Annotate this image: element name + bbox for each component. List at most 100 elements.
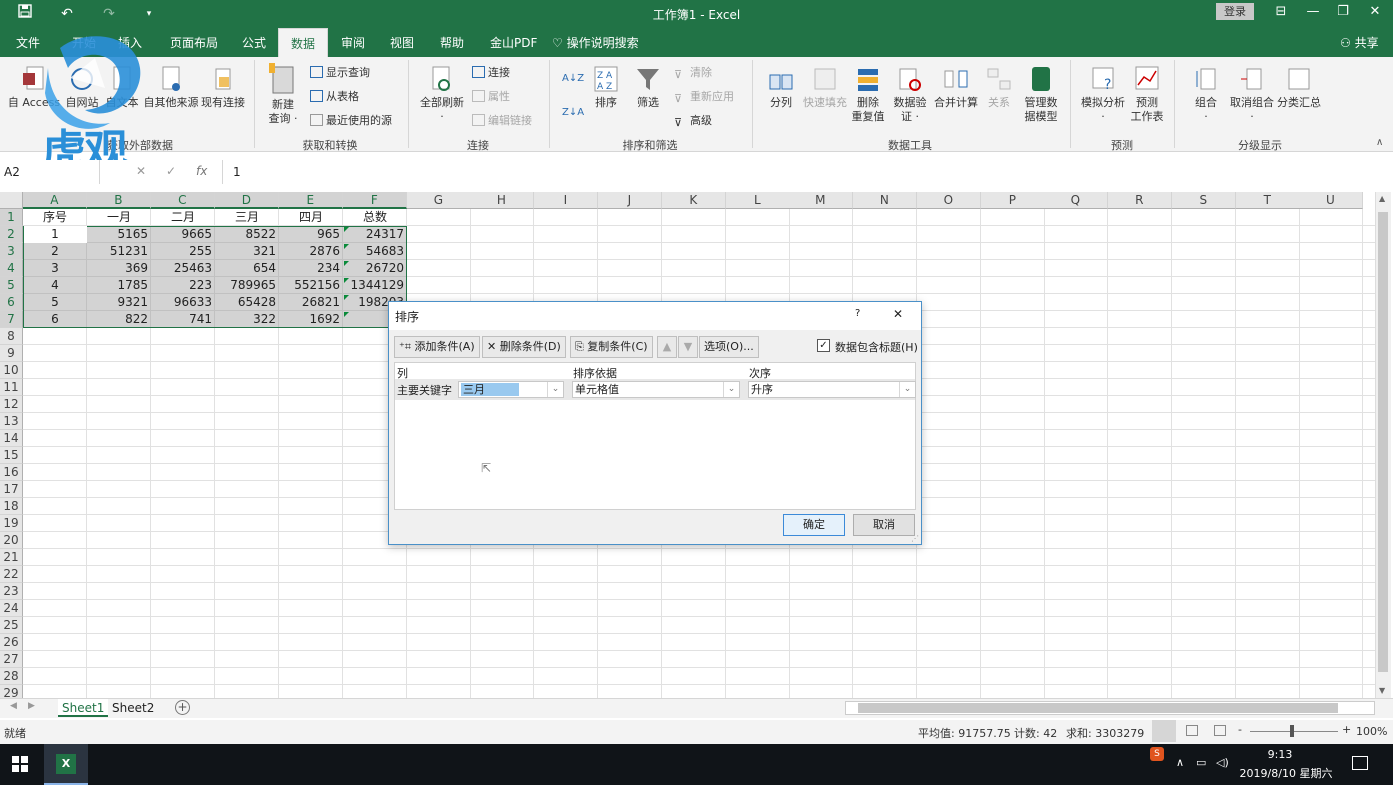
flash-fill-button[interactable]: 快速填充: [802, 65, 848, 110]
from-table-button[interactable]: 从表格: [310, 89, 359, 105]
row-header-5[interactable]: 5: [0, 277, 23, 294]
row-header-18[interactable]: 18: [0, 498, 23, 515]
dialog-help-button[interactable]: ?: [855, 308, 860, 319]
notification-icon[interactable]: [1352, 756, 1368, 770]
network-icon[interactable]: ▭: [1196, 756, 1206, 769]
table-cell[interactable]: 9321: [87, 294, 151, 311]
table-cell[interactable]: 822: [87, 311, 151, 328]
reapply-button[interactable]: ⊽ 重新应用: [674, 89, 734, 105]
row-header-1[interactable]: 1: [0, 209, 23, 226]
table-cell[interactable]: 322: [215, 311, 279, 328]
scroll-thumb[interactable]: [1378, 212, 1388, 672]
row-header-15[interactable]: 15: [0, 447, 23, 464]
new-sheet-icon[interactable]: +: [175, 700, 190, 715]
cell-header-b[interactable]: 一月: [87, 209, 151, 226]
formula-input[interactable]: 1: [222, 160, 1384, 184]
column-header-b[interactable]: B: [87, 192, 151, 209]
copy-level-button[interactable]: ⎘ 复制条件(C): [570, 336, 653, 358]
table-cell[interactable]: 223: [151, 277, 215, 294]
sort-button[interactable]: Z AA Z 排序: [590, 65, 622, 110]
row-header-25[interactable]: 25: [0, 617, 23, 634]
row-header-22[interactable]: 22: [0, 566, 23, 583]
remove-duplicates-button[interactable]: 删除 重复值: [850, 65, 886, 124]
edit-links-button[interactable]: 编辑链接: [472, 113, 532, 129]
table-cell[interactable]: 3: [23, 260, 87, 277]
table-cell[interactable]: 965: [279, 226, 343, 243]
row-header-28[interactable]: 28: [0, 668, 23, 685]
scroll-down-icon[interactable]: ▼: [1379, 686, 1385, 695]
column-header-m[interactable]: M: [789, 192, 853, 209]
connections-button[interactable]: 连接: [472, 65, 510, 81]
column-header-l[interactable]: L: [726, 192, 790, 209]
cell-header-e[interactable]: 四月: [279, 209, 343, 226]
table-cell[interactable]: 255: [151, 243, 215, 260]
column-header-k[interactable]: K: [662, 192, 726, 209]
manage-data-model-button[interactable]: 管理数 据模型: [1020, 65, 1062, 124]
table-cell[interactable]: 5165: [87, 226, 151, 243]
table-cell[interactable]: 8522: [215, 226, 279, 243]
cell-header-c[interactable]: 二月: [151, 209, 215, 226]
table-cell[interactable]: 369: [87, 260, 151, 277]
add-level-button[interactable]: ⁺⌗ 添加条件(A): [394, 336, 480, 358]
row-header-29[interactable]: 29: [0, 685, 23, 698]
data-validation-button[interactable]: 数据验证 ·: [892, 65, 928, 124]
tab-formulas[interactable]: 公式: [242, 34, 266, 51]
insert-function-icon[interactable]: fx: [196, 164, 207, 178]
ungroup-button[interactable]: 取消组合 ·: [1228, 65, 1276, 124]
tab-help[interactable]: 帮助: [440, 34, 464, 51]
table-cell[interactable]: 26821: [279, 294, 343, 311]
table-cell[interactable]: 1: [23, 226, 87, 243]
subtotal-button[interactable]: 分类汇总: [1276, 65, 1322, 110]
has-headers-checkbox[interactable]: ✓: [817, 339, 830, 352]
row-header-17[interactable]: 17: [0, 481, 23, 498]
table-cell[interactable]: 1785: [87, 277, 151, 294]
tab-view[interactable]: 视图: [390, 34, 414, 51]
share-button[interactable]: ⚇ 共享: [1340, 34, 1379, 51]
cell-header-a[interactable]: 序号: [23, 209, 87, 226]
sort-descending-button[interactable]: Z↓A: [562, 105, 584, 121]
dialog-close-button[interactable]: ✕: [893, 307, 903, 321]
minimize-button[interactable]: —: [1298, 4, 1328, 19]
row-header-11[interactable]: 11: [0, 379, 23, 396]
name-box[interactable]: A2: [0, 160, 100, 184]
confirm-entry-icon[interactable]: ✓: [166, 164, 176, 178]
order-select[interactable]: 升序 ⌄: [748, 381, 916, 398]
column-header-f[interactable]: F: [343, 192, 407, 209]
table-cell[interactable]: 5: [23, 294, 87, 311]
column-header-t[interactable]: T: [1236, 192, 1300, 209]
windows-start-icon[interactable]: [12, 756, 28, 775]
table-cell[interactable]: 24317: [343, 226, 407, 243]
sort-on-select[interactable]: 单元格值 ⌄: [572, 381, 740, 398]
column-header-c[interactable]: C: [151, 192, 215, 209]
column-header-o[interactable]: O: [917, 192, 981, 209]
row-header-4[interactable]: 4: [0, 260, 23, 277]
zoom-level[interactable]: 100%: [1356, 725, 1387, 738]
scroll-up-icon[interactable]: ▲: [1379, 194, 1385, 203]
table-cell[interactable]: 2876: [279, 243, 343, 260]
cancel-entry-icon[interactable]: ✕: [136, 164, 146, 178]
filter-button[interactable]: 筛选: [632, 65, 664, 110]
cell-header-d[interactable]: 三月: [215, 209, 279, 226]
cancel-button[interactable]: 取消: [853, 514, 915, 536]
table-cell[interactable]: 1692: [279, 311, 343, 328]
options-button[interactable]: 选项(O)...: [699, 336, 759, 358]
row-header-23[interactable]: 23: [0, 583, 23, 600]
row-header-13[interactable]: 13: [0, 413, 23, 430]
table-cell[interactable]: 234: [279, 260, 343, 277]
what-if-analysis-button[interactable]: ? 模拟分析 ·: [1078, 65, 1128, 124]
zoom-slider[interactable]: [1250, 731, 1338, 732]
tray-chevron-icon[interactable]: ∧: [1176, 756, 1184, 769]
horizontal-scrollbar[interactable]: [845, 701, 1375, 715]
prev-sheet-icon[interactable]: ◀: [10, 701, 17, 711]
tab-data[interactable]: 数据: [278, 28, 329, 57]
refresh-all-button[interactable]: 全部刷新 ·: [418, 65, 466, 124]
table-cell[interactable]: 51231: [87, 243, 151, 260]
tab-kingsoft-pdf[interactable]: 金山PDF: [490, 34, 537, 51]
relationships-button[interactable]: 关系: [984, 65, 1014, 110]
row-header-8[interactable]: 8: [0, 328, 23, 345]
table-cell[interactable]: 54683: [343, 243, 407, 260]
column-header-r[interactable]: R: [1108, 192, 1172, 209]
normal-view-icon[interactable]: [1152, 720, 1176, 742]
sort-ascending-button[interactable]: A↓Z: [562, 71, 584, 87]
text-to-columns-button[interactable]: 分列: [764, 65, 798, 110]
